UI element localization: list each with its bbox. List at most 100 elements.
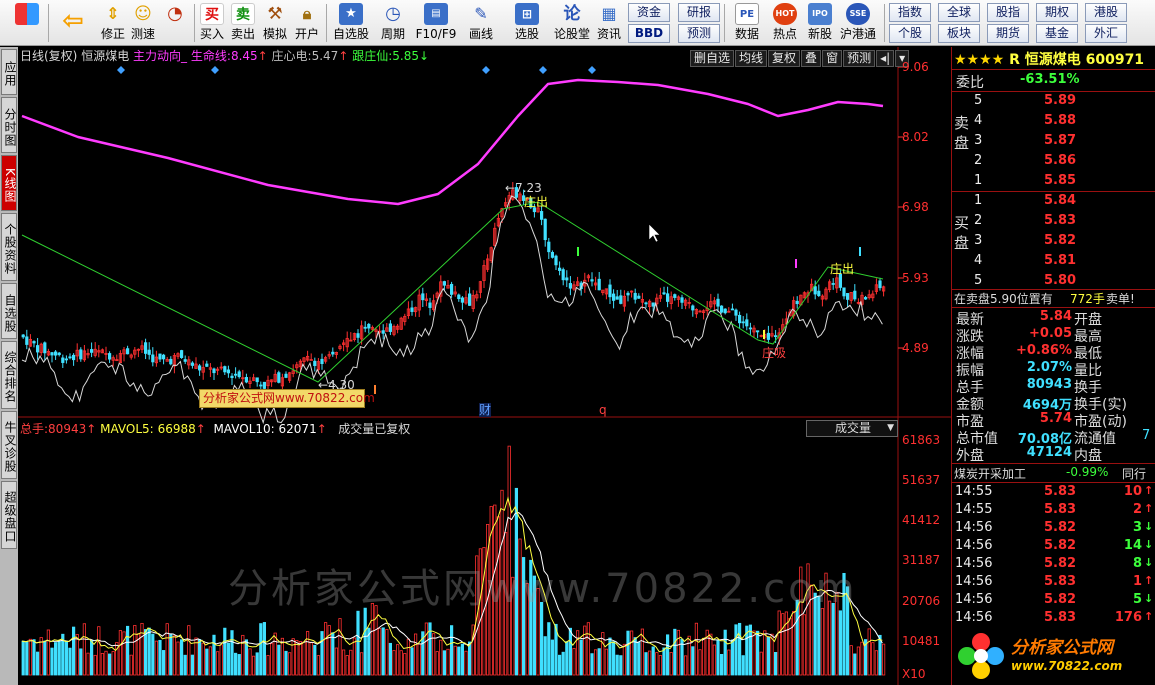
pick-stock-icon: ⊞ xyxy=(515,3,539,25)
tab-diagnosis[interactable]: 牛叉诊股 xyxy=(1,411,17,479)
tab-intraday[interactable]: 分时图 xyxy=(1,97,17,153)
ask-row[interactable]: 4 5.88 xyxy=(952,113,1155,131)
volume-bar xyxy=(194,637,198,676)
forecast-button[interactable]: 预测 xyxy=(678,24,720,43)
stat-value: 5.74 xyxy=(1039,411,1072,426)
global-button[interactable]: 全球 xyxy=(938,3,980,22)
predict-button[interactable]: 预测 xyxy=(843,50,876,67)
draw-line-button[interactable]: ✎ 画线 xyxy=(464,2,498,44)
speed-test-button[interactable]: ☺ 测速 xyxy=(126,2,160,44)
back-button[interactable]: ⇦ xyxy=(56,2,90,44)
bid-row[interactable]: 2 5.83 xyxy=(952,213,1155,231)
ma-button[interactable]: 均线 xyxy=(735,50,768,67)
volume-bar xyxy=(21,640,25,676)
volume-bar xyxy=(172,635,176,676)
price-tick: 8.02 xyxy=(902,130,929,144)
hk-stock-button[interactable]: 港股 xyxy=(1085,3,1127,22)
bid-row[interactable]: 1 5.84 xyxy=(952,193,1155,211)
futures-button[interactable]: 期货 xyxy=(987,24,1029,43)
tick-time: 14:56 xyxy=(955,556,993,571)
candle-body xyxy=(795,300,799,305)
mavol5-label: MAVOL5: xyxy=(100,422,154,436)
options-button[interactable]: 期权 xyxy=(1036,3,1078,22)
forum-button[interactable]: 论 论股堂 xyxy=(552,2,592,44)
watchlist-button[interactable]: ★ 自选股 xyxy=(331,2,371,44)
bbd-button[interactable]: BBD xyxy=(628,24,670,43)
period-button[interactable]: ◷ 周期 xyxy=(376,2,410,44)
fix-button[interactable]: ⇕ 修正 xyxy=(96,2,130,44)
volume-bar xyxy=(363,607,367,676)
sector-tab[interactable]: 同行 xyxy=(1122,465,1146,482)
forex-button[interactable]: 外汇 xyxy=(1085,24,1127,43)
candle-body xyxy=(421,293,425,301)
open-account-button[interactable]: 🔒︎ 开户 xyxy=(290,2,324,44)
remove-watchlist-button[interactable]: 删自选 xyxy=(690,50,735,67)
overlay-button[interactable]: 叠 xyxy=(801,50,822,67)
bid-row[interactable]: 3 5.82 xyxy=(952,233,1155,251)
indicator-dropdown[interactable]: 成交量 ▼ xyxy=(806,420,898,437)
adjust-button[interactable]: 复权 xyxy=(768,50,801,67)
back-icon[interactable]: ◂| xyxy=(876,50,895,67)
data-button[interactable]: PE 数据 xyxy=(730,2,764,44)
hot-button[interactable]: HOT 热点 xyxy=(768,2,802,44)
tick-volume: 1 xyxy=(1132,574,1142,589)
tab-kline[interactable]: K线图 xyxy=(1,155,17,211)
sell-button[interactable]: 卖 卖出 xyxy=(226,2,260,44)
bid-row[interactable]: 4 5.81 xyxy=(952,253,1155,271)
gavel-icon: ⚒ xyxy=(267,4,283,24)
candle-body xyxy=(691,305,695,311)
volume-bar xyxy=(676,629,681,676)
research-button[interactable]: 研报 xyxy=(678,3,720,22)
candle-body xyxy=(878,280,882,289)
sector-row[interactable]: 煤炭开采加工 -0.99% 同行 xyxy=(952,465,1155,483)
tab-stock-info[interactable]: 个股资料 xyxy=(1,213,17,281)
bid-level: 3 xyxy=(974,233,983,248)
ad-banner[interactable]: 分析家公式网www.70822.com xyxy=(199,389,375,408)
tab-apps[interactable]: 应用 xyxy=(1,49,17,95)
volume-tick: 31187 xyxy=(902,553,941,567)
menu-grid-button[interactable] xyxy=(10,2,44,44)
buy-button[interactable]: 买 买入 xyxy=(195,2,229,44)
bid-price: 5.81 xyxy=(1044,253,1077,268)
volume-bar xyxy=(439,639,443,676)
index-button[interactable]: 指数 xyxy=(889,3,931,22)
f10-button[interactable]: ▤ F10/F9 xyxy=(414,2,458,44)
volume-bar xyxy=(568,627,573,676)
clock-button[interactable]: ◔ xyxy=(158,2,192,44)
divider xyxy=(952,191,1155,192)
pick-stock-button[interactable]: ⊞ 选股 xyxy=(510,2,544,44)
candle-body xyxy=(467,293,472,306)
stat-value: 47124 xyxy=(1026,445,1072,460)
tick-price: 5.83 xyxy=(1044,574,1077,589)
stock-name: 恒源煤电 xyxy=(81,49,130,63)
fund-button[interactable]: 资金 xyxy=(628,3,670,22)
finance-marker[interactable]: 财 xyxy=(479,403,492,417)
ask-row[interactable]: 1 5.85 xyxy=(952,173,1155,191)
tab-watchlist[interactable]: 自选股 xyxy=(1,283,17,339)
volume-bar xyxy=(284,650,288,676)
volume-bar xyxy=(604,648,609,676)
tab-super-book[interactable]: 超级盘口 xyxy=(1,481,17,549)
ask-row[interactable]: 5 5.89 xyxy=(952,93,1155,111)
news-button[interactable]: ▦ 资讯 xyxy=(592,2,626,44)
ask-row[interactable]: 2 5.86 xyxy=(952,153,1155,171)
stat-value: +0.86% xyxy=(1016,343,1072,358)
stock-index-button[interactable]: 股指 xyxy=(987,3,1029,22)
tab-ranking[interactable]: 综合排名 xyxy=(1,341,17,409)
volume-bar xyxy=(327,625,331,676)
volume-bar xyxy=(57,640,61,676)
new-stock-button[interactable]: IPO 新股 xyxy=(803,2,837,44)
funds-button[interactable]: 基金 xyxy=(1036,24,1078,43)
sse-hkex-button[interactable]: SSE 沪港通 xyxy=(838,2,878,44)
window-button[interactable]: 窗 xyxy=(822,50,843,67)
notice-text: 在卖盘5.90位置有 xyxy=(954,292,1053,306)
volume-bar xyxy=(820,608,825,676)
volume-bar xyxy=(853,653,857,676)
ask-row[interactable]: 3 5.87 xyxy=(952,133,1155,151)
volume-bar xyxy=(655,652,659,676)
volume-bar xyxy=(831,602,835,676)
sector-button[interactable]: 板块 xyxy=(938,24,980,43)
simulate-button[interactable]: ⚒ 模拟 xyxy=(258,2,292,44)
single-stock-button[interactable]: 个股 xyxy=(889,24,931,43)
q-marker[interactable]: q xyxy=(599,403,607,417)
